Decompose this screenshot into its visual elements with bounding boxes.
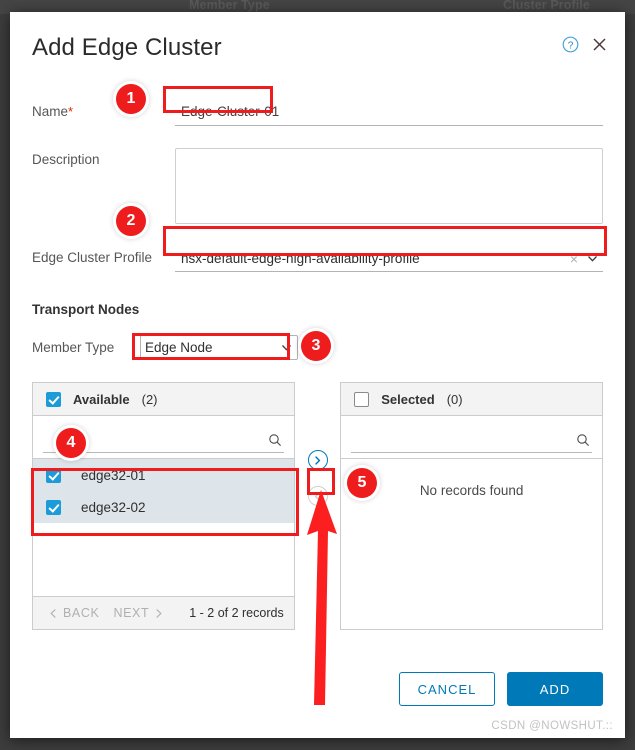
name-label: Name* — [32, 100, 175, 119]
chevron-left-circle-icon[interactable] — [307, 486, 328, 506]
selected-list: No records found — [341, 459, 602, 629]
dialog-header-actions: ? — [562, 36, 607, 53]
dialog-header: Add Edge Cluster ? — [10, 12, 625, 78]
search-icon[interactable] — [264, 433, 284, 450]
available-panel: Available (2) edge32-01 edge32-02 BACK N… — [32, 382, 295, 630]
chevron-right-icon — [154, 608, 163, 619]
available-pagination: BACK NEXT 1 - 2 of 2 records — [33, 596, 294, 629]
description-field-row: Description — [32, 148, 603, 224]
available-search-input[interactable] — [43, 433, 264, 450]
list-item[interactable]: edge32-01 — [33, 459, 294, 491]
transport-nodes-dual-list: Available (2) edge32-01 edge32-02 BACK N… — [32, 382, 603, 630]
clear-selection-icon[interactable]: × — [562, 252, 586, 266]
background-column-member-type: Member Type — [189, 0, 270, 12]
available-panel-title: Available — [73, 391, 130, 407]
name-label-text: Name — [32, 104, 69, 119]
add-edge-cluster-dialog: Add Edge Cluster ? Name* Edge-Cluster-01… — [10, 12, 625, 738]
row-checkbox[interactable] — [46, 499, 61, 515]
search-icon[interactable] — [572, 433, 592, 450]
name-input[interactable] — [175, 100, 603, 126]
available-search-row — [33, 416, 294, 459]
member-type-row: Member Type Edge Node — [32, 335, 603, 360]
selected-panel-title: Selected — [381, 391, 435, 407]
svg-text:?: ? — [568, 40, 574, 51]
available-select-all-checkbox[interactable] — [46, 391, 61, 407]
selected-search-input[interactable] — [351, 433, 572, 450]
name-field-row: Name* — [32, 100, 603, 132]
member-type-label: Member Type — [32, 340, 115, 355]
page-title: Add Edge Cluster — [32, 34, 222, 61]
selected-panel-count: (0) — [446, 391, 463, 407]
available-list: edge32-01 edge32-02 — [33, 459, 294, 596]
pagination-next-label: NEXT — [113, 606, 150, 620]
edge-cluster-profile-row: Edge Cluster Profile nsx-default-edge-hi… — [32, 246, 603, 272]
chevron-right-circle-icon[interactable] — [307, 450, 328, 470]
chevron-down-icon[interactable] — [586, 252, 603, 265]
help-circle-icon[interactable]: ? — [562, 36, 579, 53]
edge-cluster-profile-label: Edge Cluster Profile — [32, 250, 153, 265]
pagination-records-label: 1 - 2 of 2 records — [189, 606, 284, 620]
available-search-line — [43, 431, 284, 453]
edge-cluster-profile-value: nsx-default-edge-high-availability-profi… — [181, 251, 420, 266]
required-marker: * — [68, 104, 74, 119]
selected-select-all-checkbox[interactable] — [354, 391, 370, 407]
member-type-value: Edge Node — [145, 340, 213, 355]
selected-panel-header: Selected (0) — [341, 383, 602, 416]
selected-search-line — [351, 431, 592, 453]
chevron-left-icon — [49, 608, 58, 619]
pagination-next-button[interactable]: NEXT — [113, 606, 163, 620]
selected-search-row — [341, 416, 602, 459]
pagination-back-label: BACK — [63, 606, 100, 620]
chevron-down-icon — [280, 341, 293, 354]
row-checkbox[interactable] — [46, 467, 61, 483]
list-item-label: edge32-01 — [81, 467, 146, 483]
background-column-cluster-profile: Cluster Profile — [503, 0, 590, 12]
transport-nodes-heading: Transport Nodes — [32, 302, 140, 317]
edge-cluster-profile-select[interactable]: nsx-default-edge-high-availability-profi… — [175, 246, 603, 272]
close-icon[interactable] — [592, 37, 607, 52]
list-item[interactable]: edge32-02 — [33, 491, 294, 523]
watermark: CSDN @NOWSHUT.:: — [491, 720, 613, 732]
transfer-button-column — [295, 382, 340, 506]
dialog-body: Name* Description Edge Cluster Profile n… — [10, 100, 625, 630]
selected-panel: Selected (0) No records found — [340, 382, 603, 630]
selected-empty-message: No records found — [419, 483, 524, 498]
member-type-select[interactable]: Edge Node — [140, 335, 298, 360]
available-panel-count: (2) — [141, 391, 158, 407]
add-button[interactable]: ADD — [507, 672, 603, 706]
description-textarea[interactable] — [175, 148, 603, 224]
available-panel-header: Available (2) — [33, 383, 294, 416]
pagination-back-button[interactable]: BACK — [49, 606, 99, 620]
description-label: Description — [32, 152, 100, 167]
cancel-button[interactable]: CANCEL — [399, 672, 495, 706]
list-item-label: edge32-02 — [81, 499, 146, 515]
